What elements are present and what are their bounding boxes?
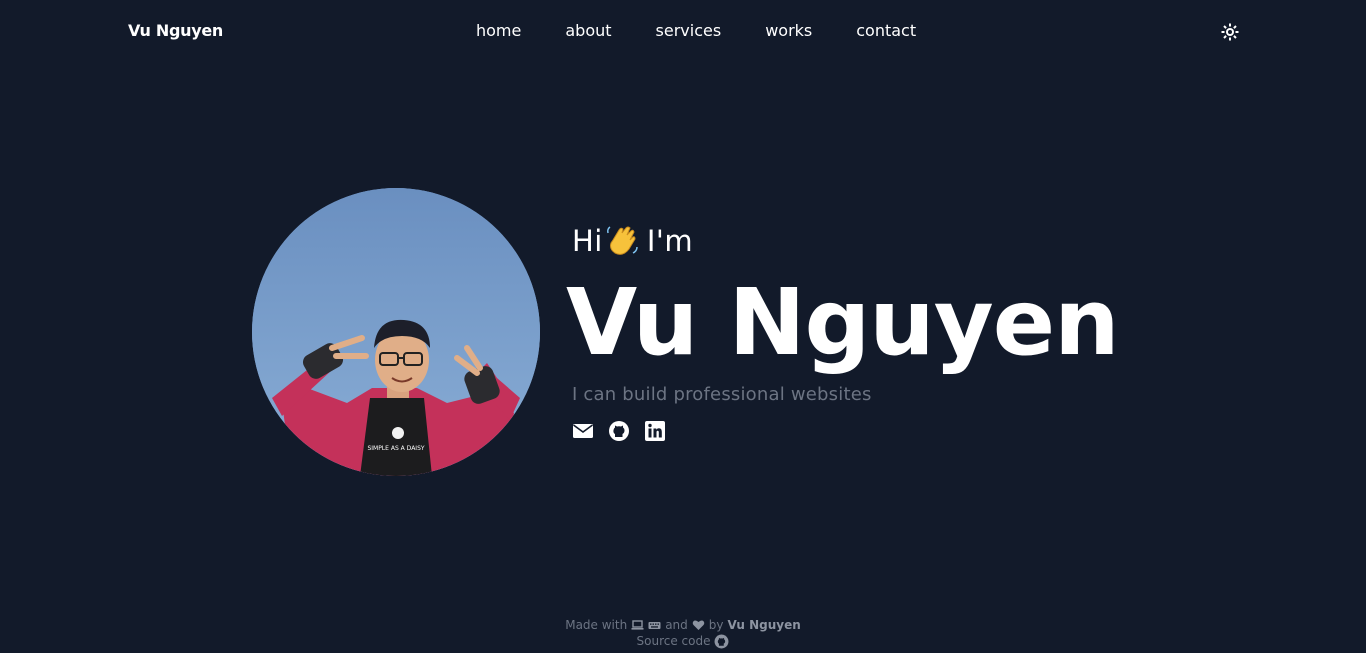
footer-credits: Made with and by Vu Nguyen	[0, 617, 1366, 633]
laptop-icon	[631, 620, 644, 630]
sun-icon	[1221, 23, 1239, 41]
source-code-link[interactable]: Source code	[0, 633, 1366, 649]
hero-name: Vu Nguyen	[566, 269, 1120, 376]
svg-text:SIMPLE AS A DAISY: SIMPLE AS A DAISY	[367, 445, 424, 452]
footer-by: by	[708, 618, 724, 632]
page: Vu Nguyen home about services works cont…	[0, 0, 1366, 653]
waving-hand-icon	[605, 224, 639, 258]
brand-logo[interactable]: Vu Nguyen	[128, 21, 223, 40]
linkedin-icon[interactable]	[644, 420, 666, 442]
hero-tagline: I can build professional websites	[572, 384, 872, 405]
main-nav: home about services works contact	[476, 21, 916, 40]
footer-and: and	[665, 618, 688, 632]
heart-icon	[692, 620, 705, 630]
header: Vu Nguyen home about services works cont…	[0, 0, 1366, 64]
keyboard-icon	[648, 622, 661, 629]
footer-source-label: Source code	[636, 634, 711, 648]
nav-services[interactable]: services	[656, 21, 722, 40]
greeting-im: I'm	[646, 224, 694, 258]
social-links	[572, 420, 666, 442]
nav-contact[interactable]: contact	[856, 21, 916, 40]
email-icon[interactable]	[572, 420, 594, 442]
footer-author[interactable]: Vu Nguyen	[728, 617, 801, 633]
nav-works[interactable]: works	[765, 21, 812, 40]
greeting: Hi I'm	[572, 224, 693, 258]
greeting-hi: Hi	[572, 224, 603, 258]
footer: Made with and by Vu Nguyen Source code	[0, 617, 1366, 649]
github-icon	[715, 634, 729, 648]
theme-toggle-button[interactable]	[1221, 23, 1239, 41]
footer-made-with: Made with	[565, 618, 628, 632]
nav-about[interactable]: about	[565, 21, 611, 40]
nav-home[interactable]: home	[476, 21, 521, 40]
github-icon[interactable]	[608, 420, 630, 442]
profile-photo: SIMPLE AS A DAISY	[252, 188, 540, 476]
